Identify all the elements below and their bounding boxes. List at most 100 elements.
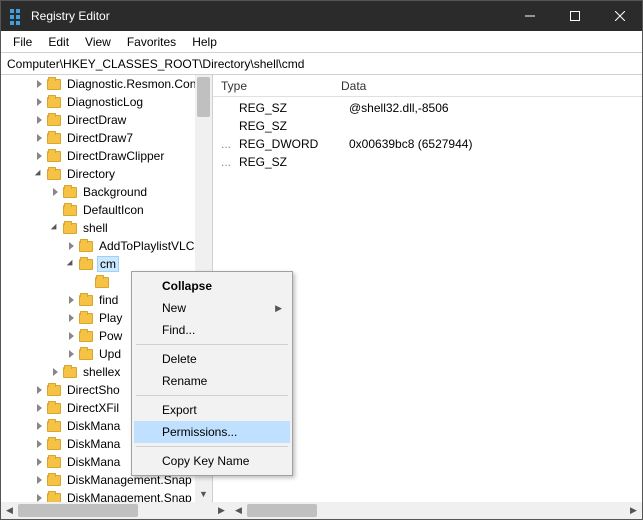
context-menu-item[interactable]: New▶: [134, 297, 290, 319]
tree-item[interactable]: DiskManagement.Snap: [1, 489, 212, 502]
close-button[interactable]: [597, 1, 642, 31]
folder-icon: [47, 151, 61, 162]
tree-item-label: Pow: [97, 329, 124, 343]
tree-item[interactable]: Background: [1, 183, 212, 201]
menu-edit[interactable]: Edit: [40, 33, 77, 51]
context-menu-item[interactable]: Copy Key Name: [134, 450, 290, 472]
tree-item[interactable]: Directory: [1, 165, 212, 183]
chevron-right-icon[interactable]: [33, 384, 45, 396]
scroll-thumb[interactable]: [197, 77, 210, 117]
folder-icon: [79, 241, 93, 252]
tree-item-label: Directory: [65, 167, 117, 181]
folder-icon: [63, 367, 77, 378]
chevron-down-icon[interactable]: [65, 258, 77, 270]
chevron-down-icon[interactable]: [33, 168, 45, 180]
chevron-right-icon[interactable]: [65, 312, 77, 324]
tree-item[interactable]: shell: [1, 219, 212, 237]
tree-item[interactable]: DiagnosticLog: [1, 93, 212, 111]
truncation-indicator: ...: [221, 137, 231, 151]
truncation-indicator: ...: [221, 155, 231, 169]
cell-type: REG_SZ: [231, 155, 341, 169]
col-type[interactable]: Type: [213, 79, 333, 93]
tree-item-label: DirectXFil: [65, 401, 121, 415]
folder-icon: [47, 385, 61, 396]
tree-item-label: DefaultIcon: [81, 203, 146, 217]
tree-item-label: Upd: [97, 347, 123, 361]
chevron-right-icon[interactable]: [33, 150, 45, 162]
minimize-button[interactable]: [507, 1, 552, 31]
tree-item[interactable]: Diagnostic.Resmon.Con: [1, 75, 212, 93]
chevron-right-icon[interactable]: [65, 330, 77, 342]
horizontal-scrollbar: ◀ ▶ ◀ ▶: [1, 502, 642, 519]
list-row[interactable]: ...REG_DWORD0x00639bc8 (6527944): [213, 135, 642, 153]
hscroll-left-icon[interactable]: ◀: [1, 502, 18, 519]
menu-help[interactable]: Help: [184, 33, 225, 51]
menu-bar: File Edit View Favorites Help: [1, 31, 642, 53]
scroll-down-icon[interactable]: ▼: [195, 485, 212, 502]
chevron-right-icon[interactable]: [65, 294, 77, 306]
list-row[interactable]: ...REG_SZ: [213, 153, 642, 171]
folder-icon: [47, 439, 61, 450]
context-menu-item[interactable]: Rename: [134, 370, 290, 392]
submenu-arrow-icon: ▶: [275, 303, 282, 314]
chevron-down-icon[interactable]: [49, 222, 61, 234]
menu-separator: [136, 344, 288, 345]
tree-item[interactable]: AddToPlaylistVLC: [1, 237, 212, 255]
chevron-right-icon[interactable]: [65, 240, 77, 252]
cell-data: @shell32.dll,-8506: [341, 101, 457, 115]
tree-item[interactable]: DefaultIcon: [1, 201, 212, 219]
menu-separator: [136, 395, 288, 396]
context-menu-item[interactable]: Collapse: [134, 275, 290, 297]
menu-file[interactable]: File: [5, 33, 40, 51]
title-bar: Registry Editor: [1, 1, 642, 31]
chevron-right-icon[interactable]: [33, 438, 45, 450]
tree-item-label: DiskMana: [65, 437, 122, 451]
tree-item-label: DiagnosticLog: [65, 95, 145, 109]
chevron-right-icon[interactable]: [33, 114, 45, 126]
context-menu-item[interactable]: Export: [134, 399, 290, 421]
folder-icon: [47, 493, 61, 503]
chevron-right-icon[interactable]: [33, 420, 45, 432]
folder-icon: [79, 295, 93, 306]
chevron-right-icon[interactable]: [49, 186, 61, 198]
maximize-button[interactable]: [552, 1, 597, 31]
cell-data: 0x00639bc8 (6527944): [341, 137, 480, 151]
hscroll-right-icon[interactable]: ▶: [213, 502, 230, 519]
chevron-right-icon[interactable]: [33, 492, 45, 502]
menu-view[interactable]: View: [77, 33, 119, 51]
chevron-right-icon[interactable]: [49, 366, 61, 378]
chevron-right-icon[interactable]: [33, 474, 45, 486]
menu-separator: [136, 446, 288, 447]
address-input[interactable]: [7, 57, 636, 71]
tree-item-label: find: [97, 293, 120, 307]
chevron-right-icon[interactable]: [65, 348, 77, 360]
chevron-right-icon[interactable]: [33, 132, 45, 144]
list-row[interactable]: REG_SZ@shell32.dll,-8506: [213, 99, 642, 117]
context-menu-item[interactable]: Permissions...: [134, 421, 290, 443]
chevron-right-icon[interactable]: [33, 402, 45, 414]
col-data[interactable]: Data: [333, 79, 374, 93]
menu-favorites[interactable]: Favorites: [119, 33, 184, 51]
hscroll-thumb-left[interactable]: [18, 504, 138, 517]
folder-icon: [47, 475, 61, 486]
hscroll-thumb-right[interactable]: [247, 504, 317, 517]
list-row[interactable]: REG_SZ: [213, 117, 642, 135]
tree-item-label: DirectDraw7: [65, 131, 135, 145]
context-menu-item[interactable]: Find...: [134, 319, 290, 341]
chevron-right-icon[interactable]: [33, 78, 45, 90]
regedit-icon: [9, 8, 25, 24]
hscroll-right2-icon[interactable]: ▶: [625, 502, 642, 519]
chevron-right-icon[interactable]: [33, 96, 45, 108]
tree-item[interactable]: DirectDrawClipper: [1, 147, 212, 165]
list-header: Type Data: [213, 75, 642, 97]
folder-icon: [47, 97, 61, 108]
context-menu-item[interactable]: Delete: [134, 348, 290, 370]
cell-type: REG_DWORD: [231, 137, 341, 151]
hscroll-left2-icon[interactable]: ◀: [230, 502, 247, 519]
tree-item[interactable]: DirectDraw7: [1, 129, 212, 147]
folder-icon: [79, 259, 93, 270]
chevron-right-icon[interactable]: [33, 456, 45, 468]
tree-item[interactable]: DirectDraw: [1, 111, 212, 129]
tree-item-label: DiskManagement.Snap: [65, 491, 194, 502]
folder-icon: [63, 205, 77, 216]
